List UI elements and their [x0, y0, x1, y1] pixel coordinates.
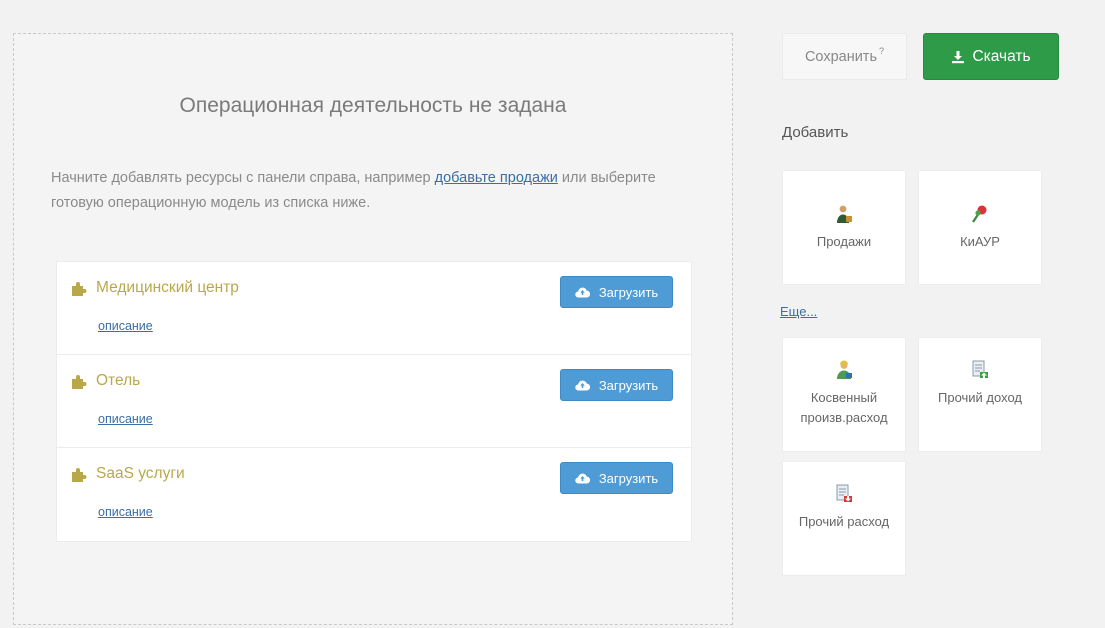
- add-section-label: Добавить: [782, 124, 849, 141]
- empty-state-hint: Начните добавлять ресурсы с панели справ…: [51, 166, 701, 216]
- add-other-income-tile[interactable]: Прочий доход: [918, 337, 1042, 452]
- load-model-button[interactable]: Загрузить: [560, 462, 673, 494]
- model-description-link[interactable]: описание: [98, 319, 153, 333]
- cloud-upload-icon: [575, 287, 590, 298]
- download-button-label: Скачать: [972, 47, 1031, 65]
- cloud-upload-icon: [575, 380, 590, 391]
- model-title-text: Медицинский центр: [96, 279, 239, 296]
- tile-label: Косвенный произв.расход: [800, 390, 888, 425]
- add-indirect-production-cost-tile[interactable]: Косвенный произв.расход: [782, 337, 906, 452]
- puzzle-icon: [72, 468, 87, 482]
- model-description-link[interactable]: описание: [98, 412, 153, 426]
- income-doc-icon: [972, 360, 988, 378]
- empty-state-title: Операционная деятельность не задана: [179, 94, 567, 117]
- tile-label: Продажи: [816, 234, 872, 249]
- download-button[interactable]: Скачать: [923, 33, 1059, 80]
- model-row-hotel: Отель описание Загрузить: [57, 355, 691, 448]
- add-overhead-tile[interactable]: КиАУР: [918, 170, 1042, 285]
- cloud-upload-icon: [575, 473, 590, 484]
- hint-text-start: Начните добавлять ресурсы с панели справ…: [51, 170, 435, 186]
- sales-person-icon: [837, 205, 852, 223]
- puzzle-icon: [72, 375, 87, 389]
- load-model-button[interactable]: Загрузить: [560, 276, 673, 308]
- tile-label: Прочий доход: [938, 390, 1022, 405]
- model-list: Медицинский центр описание Загрузить Оте…: [56, 261, 692, 542]
- download-icon: [952, 50, 965, 63]
- load-button-label: Загрузить: [598, 284, 659, 300]
- model-title-saas: SaaS услуги: [71, 465, 185, 483]
- tile-label: Прочий расход: [798, 514, 890, 529]
- model-row-medical-center: Медицинский центр описание Загрузить: [57, 262, 691, 355]
- load-button-label: Загрузить: [598, 470, 659, 486]
- tile-label: КиАУР: [960, 234, 1000, 249]
- model-row-saas: SaaS услуги описание Загрузить: [57, 448, 691, 541]
- help-icon: ?: [879, 45, 885, 56]
- load-button-label: Загрузить: [598, 377, 659, 393]
- operations-drop-area: Операционная деятельность не задана Начн…: [13, 33, 733, 625]
- more-link[interactable]: Еще...: [780, 304, 817, 319]
- model-title-medical-center: Медицинский центр: [71, 279, 239, 297]
- load-model-button[interactable]: Загрузить: [560, 369, 673, 401]
- model-description-link[interactable]: описание: [98, 505, 153, 519]
- model-title-hotel: Отель: [71, 372, 140, 390]
- puzzle-icon: [72, 282, 87, 296]
- save-button-label: Сохранить: [804, 48, 878, 65]
- add-other-expense-tile[interactable]: Прочий расход: [782, 461, 906, 576]
- expense-doc-icon: [836, 484, 852, 502]
- model-title-text: SaaS услуги: [96, 465, 185, 482]
- add-sales-tile[interactable]: Продажи: [782, 170, 906, 285]
- save-button[interactable]: Сохранить ?: [782, 33, 907, 80]
- model-title-text: Отель: [96, 372, 141, 389]
- worker-icon: [837, 360, 852, 379]
- add-sales-link[interactable]: добавьте продажи: [435, 170, 558, 186]
- pushpin-icon: [972, 205, 987, 223]
